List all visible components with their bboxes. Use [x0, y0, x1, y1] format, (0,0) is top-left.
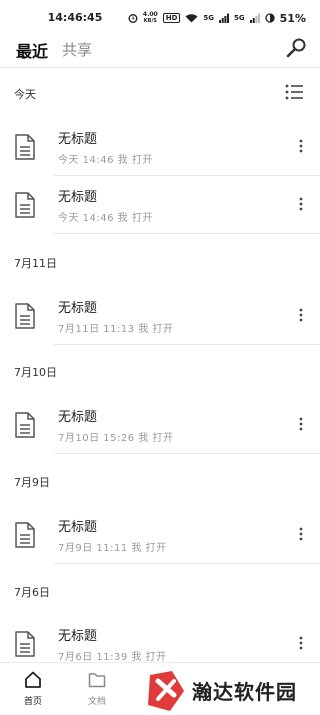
alarm-icon [128, 14, 138, 23]
more-vertical-icon[interactable] [298, 307, 304, 323]
file-name: 无标题 [58, 301, 98, 316]
file-name: 无标题 [58, 520, 98, 535]
home-icon [25, 671, 41, 688]
document-icon [15, 134, 35, 160]
row-divider [54, 233, 320, 234]
search-icon[interactable] [284, 36, 308, 60]
document-icon [15, 412, 35, 438]
section-header-date: 7月9日 [14, 476, 50, 489]
document-icon [15, 303, 35, 329]
signal-bars-icon-2 [249, 13, 260, 23]
network-speed-unit: KB/S [143, 18, 157, 24]
battery-level: 51% [279, 11, 306, 25]
file-row[interactable]: 无标题 今天 14:46 我 打开 [0, 118, 320, 176]
section-header-date: 7月11日 [14, 257, 57, 270]
file-meta: 7月6日 11:39 我 打开 [58, 652, 167, 663]
file-meta: 7月9日 11:11 我 打开 [58, 543, 167, 554]
file-row[interactable]: 无标题 7月11日 11:13 我 打开 [0, 287, 320, 345]
network-speed: 4.00 KB/S [143, 12, 158, 25]
nav-docs[interactable]: 文档 [77, 671, 117, 707]
document-icon [15, 522, 35, 548]
battery-icon [265, 13, 275, 23]
file-name: 无标题 [58, 132, 98, 147]
more-vertical-icon[interactable] [298, 138, 304, 154]
file-row[interactable]: 无标题 7月10日 15:26 我 打开 [0, 396, 320, 454]
list-view-icon[interactable] [285, 84, 303, 100]
row-divider [54, 563, 320, 564]
file-name: 无标题 [58, 190, 98, 205]
watermark-logo-icon [148, 671, 184, 711]
wifi-icon [185, 14, 198, 23]
file-row[interactable]: 无标题 7月9日 11:11 我 打开 [0, 506, 320, 564]
more-vertical-icon[interactable] [298, 635, 304, 651]
row-divider [54, 453, 320, 454]
section-header-today: 今天 [14, 88, 36, 101]
tab-recent[interactable]: 最近 [16, 38, 48, 62]
tab-share[interactable]: 共享 [62, 39, 92, 60]
folder-icon [88, 673, 106, 688]
nav-docs-label: 文档 [87, 697, 106, 707]
watermark-text: 瀚达软件园 [192, 680, 297, 704]
file-meta: 7月10日 15:26 我 打开 [58, 433, 174, 444]
more-vertical-icon[interactable] [298, 526, 304, 542]
file-name: 无标题 [58, 629, 98, 644]
nav-home-label: 首页 [23, 697, 42, 707]
top-divider [0, 67, 320, 68]
file-meta: 今天 14:46 我 打开 [58, 155, 153, 166]
document-icon [15, 192, 35, 218]
watermark: 瀚达软件园 [140, 666, 320, 715]
signal-label-1: 5G [203, 13, 215, 22]
section-header-date: 7月6日 [14, 586, 50, 599]
file-row[interactable]: 无标题 今天 14:46 我 打开 [0, 176, 320, 234]
file-name: 无标题 [58, 410, 98, 425]
more-vertical-icon[interactable] [298, 196, 304, 212]
more-vertical-icon[interactable] [298, 416, 304, 432]
file-meta: 7月11日 11:13 我 打开 [58, 324, 174, 335]
hd-badge: HD [162, 13, 181, 23]
file-meta: 今天 14:46 我 打开 [58, 213, 153, 224]
row-divider [54, 344, 320, 345]
nav-home[interactable]: 首页 [13, 671, 53, 707]
signal-bars-icon [219, 13, 230, 23]
signal-label-2: 5G [234, 13, 245, 22]
section-header-date: 7月10日 [14, 366, 57, 379]
status-indicators: 4.00 KB/S HD 5G 5G 51% [128, 10, 306, 26]
status-bar: 14:46:45 4.00 KB/S HD 5G 5G 51% [0, 0, 320, 34]
document-icon [15, 631, 35, 657]
top-bar: 最近 共享 [0, 34, 320, 66]
